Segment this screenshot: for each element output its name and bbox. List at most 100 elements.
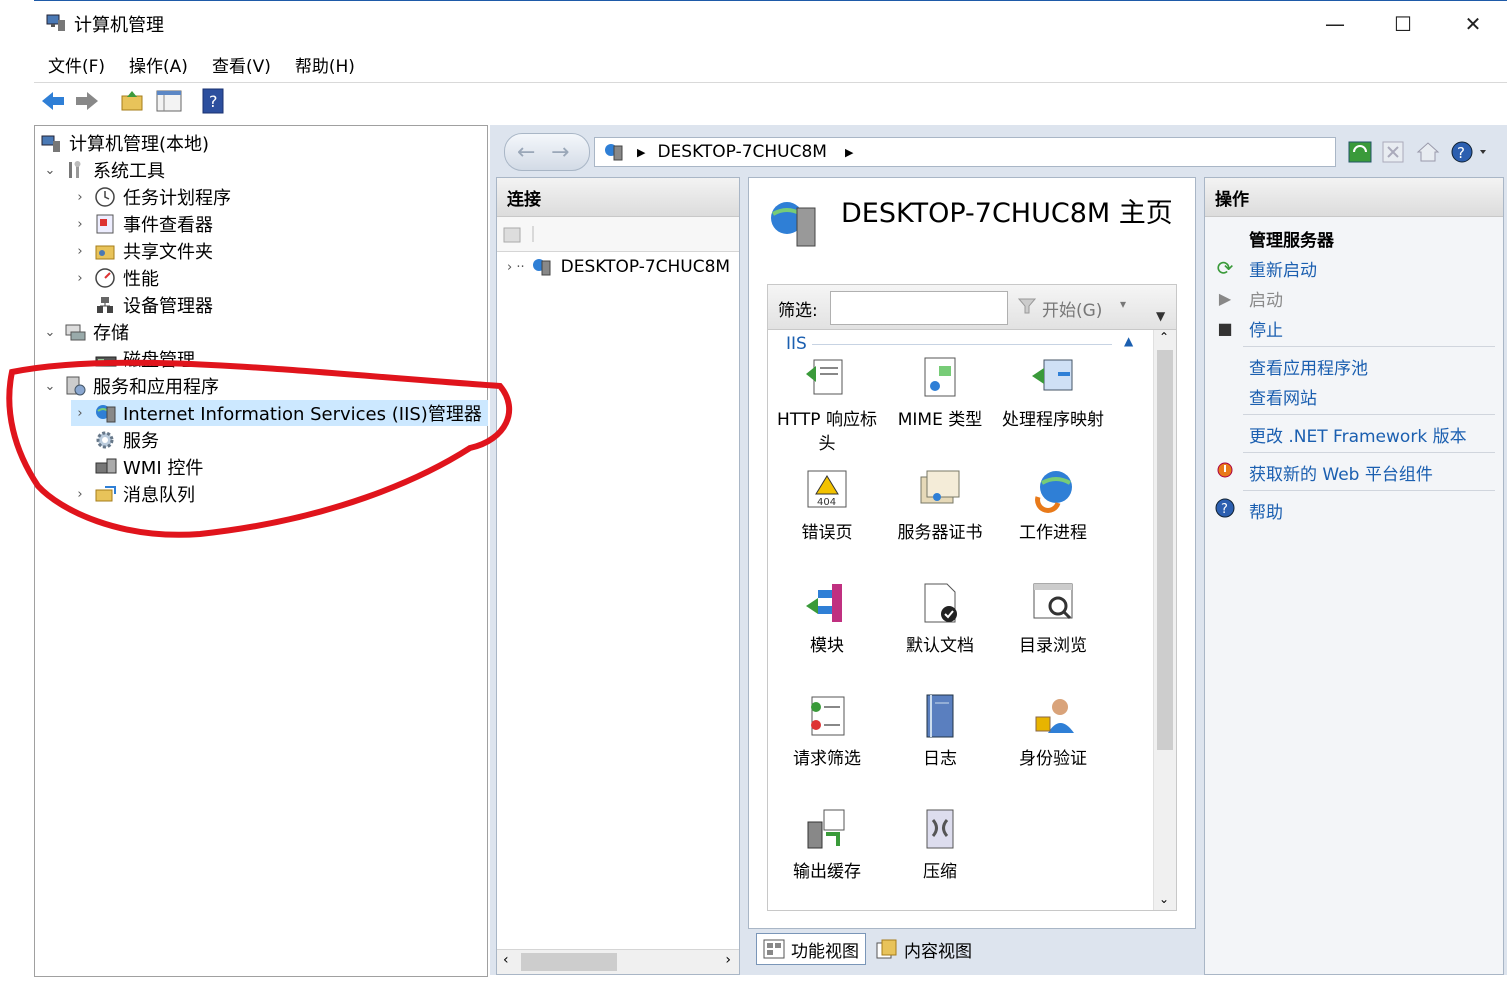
actions-header: 操作 (1205, 178, 1503, 217)
scroll-left-icon[interactable]: ‹ (503, 952, 509, 968)
address-breadcrumb[interactable]: ▶ DESKTOP-7CHUC8M ▶ (594, 137, 1336, 167)
default-document-icon (917, 580, 963, 626)
forward-arrow-icon[interactable]: → (551, 140, 569, 165)
chevron-right-icon[interactable]: › (71, 487, 89, 502)
help-icon[interactable]: ? (202, 88, 224, 118)
feature-authentication[interactable]: 身份验证 (996, 693, 1110, 771)
feature-logging[interactable]: 日志 (883, 693, 997, 771)
tree-shared-folders[interactable]: › 共享文件夹 (71, 238, 213, 264)
svg-text:?: ? (209, 92, 218, 111)
feature-server-certificates[interactable]: 服务器证书 (883, 467, 997, 545)
stop-icon[interactable] (1382, 141, 1404, 163)
home-icon[interactable] (1416, 141, 1440, 162)
tree-root[interactable]: 计算机管理(本地) (41, 130, 209, 156)
back-arrow-icon[interactable]: ← (517, 140, 535, 165)
clock-icon (95, 187, 115, 207)
tree-storage[interactable]: ⌄ 存储 (41, 319, 129, 345)
feature-error-pages[interactable]: 404 错误页 (770, 467, 884, 545)
menu-help[interactable]: 帮助(H) (295, 52, 355, 77)
tree-services[interactable]: 服务 (95, 427, 159, 453)
title-bar: 计算机管理 — ☐ ✕ (34, 0, 1507, 45)
feature-label: 服务器证书 (897, 523, 983, 543)
chevron-down-icon[interactable]: ▾ (1120, 297, 1126, 311)
chevron-right-icon[interactable]: › (71, 217, 89, 232)
feature-modules[interactable]: 模块 (770, 580, 884, 658)
feature-request-filtering[interactable]: 请求筛选 (770, 693, 884, 771)
tree-disk-management[interactable]: 磁盘管理 (95, 346, 195, 372)
scroll-right-icon[interactable]: › (725, 952, 731, 968)
filter-input[interactable] (830, 291, 1008, 325)
up-folder-icon[interactable] (120, 89, 144, 117)
menu-action[interactable]: 操作(A) (129, 52, 188, 77)
help-dropdown-icon[interactable]: ? (1450, 141, 1494, 163)
tree-wmi[interactable]: WMI 控件 (95, 454, 203, 480)
feature-compression[interactable]: 压缩 (883, 806, 997, 884)
feature-worker-processes[interactable]: 工作进程 (996, 467, 1110, 545)
show-hide-console-tree-icon[interactable] (156, 89, 182, 117)
horizontal-scrollbar[interactable]: ‹ › (497, 949, 739, 974)
tree-event-viewer[interactable]: › 事件查看器 (71, 211, 213, 237)
action-get-web-components[interactable]: 获取新的 Web 平台组件 (1205, 458, 1495, 486)
scrollbar-thumb[interactable] (521, 953, 617, 971)
server-icon (531, 257, 553, 277)
action-stop[interactable]: ■ 停止 (1205, 314, 1495, 342)
breadcrumb-server[interactable]: DESKTOP-7CHUC8M (657, 142, 827, 162)
feature-mime-types[interactable]: MIME 类型 (883, 354, 997, 432)
menu-file[interactable]: 文件(F) (48, 52, 105, 77)
compression-icon (917, 806, 963, 852)
services-apps-icon (65, 376, 86, 396)
group-by-icon[interactable]: ▼ (1156, 309, 1165, 323)
tree-label: 系统工具 (93, 161, 165, 182)
tools-icon (65, 160, 85, 180)
close-button[interactable]: ✕ (1450, 9, 1496, 39)
scrollbar-thumb[interactable] (1157, 350, 1173, 750)
chevron-right-icon[interactable]: › (71, 271, 89, 286)
action-help[interactable]: ? 帮助 (1205, 496, 1495, 524)
chevron-right-icon[interactable]: › (71, 244, 89, 259)
action-view-app-pools[interactable]: 查看应用程序池 (1205, 352, 1495, 380)
tree-message-queue[interactable]: › 消息队列 (71, 481, 195, 507)
breadcrumb-arrow-icon: ▶ (637, 145, 646, 159)
connections-server-node[interactable]: › ·· DESKTOP-7CHUC8M (507, 254, 730, 280)
chevron-right-icon[interactable]: › (71, 406, 89, 421)
server-certificates-icon (917, 467, 963, 513)
menu-view[interactable]: 查看(V) (212, 52, 271, 77)
feature-handler-mappings[interactable]: 处理程序映射 (996, 354, 1110, 432)
tree-device-manager[interactable]: 设备管理器 (95, 292, 213, 318)
chevron-down-icon[interactable]: ⌄ (41, 379, 59, 394)
action-start[interactable]: ▶ 启动 (1205, 284, 1495, 312)
action-restart[interactable]: ⟳ 重新启动 (1205, 254, 1495, 282)
chevron-down-icon[interactable]: ⌄ (41, 325, 59, 340)
tree-performance[interactable]: › 性能 (71, 265, 159, 291)
server-icon (603, 142, 625, 162)
tab-content-view[interactable]: 内容视图 (870, 934, 978, 964)
maximize-button[interactable]: ☐ (1380, 9, 1426, 39)
feature-output-caching[interactable]: 输出缓存 (770, 806, 884, 884)
forward-arrow-icon[interactable] (74, 89, 100, 117)
minimize-button[interactable]: — (1312, 9, 1358, 39)
tree-iis-manager[interactable]: › Internet Information Services (IIS)管理器 (71, 400, 488, 426)
chevron-right-icon[interactable]: › ·· (507, 260, 525, 275)
tree-services-apps[interactable]: ⌄ 服务和应用程序 (41, 373, 219, 399)
feature-default-document[interactable]: 默认文档 (883, 580, 997, 658)
tree-task-scheduler[interactable]: › 任务计划程序 (71, 184, 231, 210)
chevron-down-icon[interactable]: ⌄ (41, 163, 59, 178)
action-change-net[interactable]: 更改 .NET Framework 版本 (1205, 420, 1495, 448)
scroll-up-icon[interactable]: ⌃ (1159, 330, 1169, 344)
chevron-right-icon[interactable]: › (71, 190, 89, 205)
refresh-icon[interactable] (1348, 141, 1372, 163)
collapse-icon[interactable]: ▲ (1124, 334, 1133, 348)
feature-directory-browsing[interactable]: 目录浏览 (996, 580, 1110, 658)
start-button[interactable]: 开始(G) (1042, 296, 1102, 321)
tree-system-tools[interactable]: ⌄ 系统工具 (41, 157, 165, 183)
breadcrumb-arrow-icon[interactable]: ▶ (845, 146, 853, 159)
funnel-icon[interactable] (1017, 297, 1037, 319)
vertical-scrollbar[interactable]: ⌃ ⌄ (1153, 330, 1176, 910)
tab-features-view[interactable]: 功能视图 (756, 933, 866, 965)
back-arrow-icon[interactable] (40, 89, 66, 117)
feature-http-response-headers[interactable]: HTTP 响应标头 (770, 354, 884, 456)
connect-icon[interactable] (503, 224, 537, 248)
scroll-down-icon[interactable]: ⌄ (1159, 892, 1169, 906)
action-view-sites[interactable]: 查看网站 (1205, 382, 1495, 410)
tree-label: 任务计划程序 (123, 188, 231, 209)
